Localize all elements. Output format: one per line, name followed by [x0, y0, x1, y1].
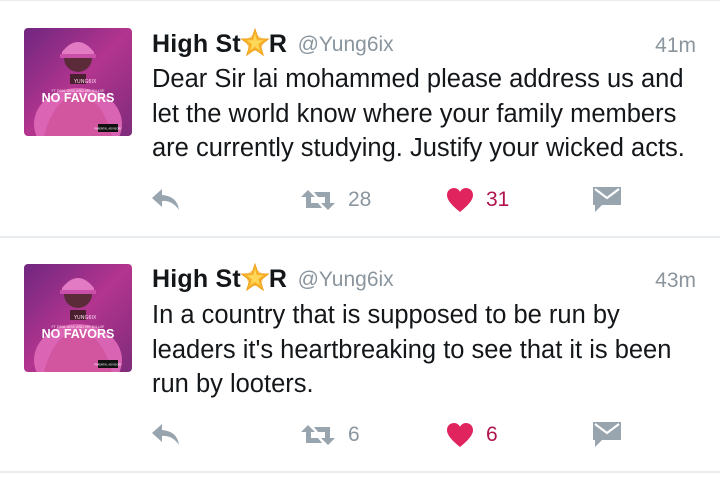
tweet-actions: 28 31 — [0, 185, 720, 215]
tweet-timestamp[interactable]: 41m — [655, 34, 696, 58]
tweet[interactable]: YUNG6IX FT DIVA GISS AND MR JOLLOF NO FA… — [0, 0, 720, 237]
tweet-text: In a country that is supposed to be run … — [152, 301, 672, 398]
cover-title-text: NO FAVORS — [42, 327, 115, 341]
envelope-icon — [593, 187, 621, 212]
star-emoji-icon — [240, 263, 270, 292]
parental-advisory-badge: PARENTAL ADVISORY — [94, 127, 122, 131]
like-button[interactable]: 6 — [446, 420, 498, 450]
reply-icon — [152, 189, 179, 210]
retweet-count: 6 — [348, 423, 360, 446]
retweet-icon — [301, 425, 335, 445]
author-name[interactable]: High St R — [152, 263, 287, 293]
reply-button[interactable] — [150, 420, 182, 450]
direct-message-button[interactable] — [592, 185, 622, 215]
cover-brand-text: YUNG6IX — [73, 315, 97, 321]
tweet-actions: 6 6 — [0, 420, 720, 450]
envelope-icon — [593, 422, 621, 447]
reply-icon — [152, 424, 179, 445]
cover-brand-text: YUNG6IX — [73, 79, 97, 85]
retweet-button[interactable]: 6 — [300, 420, 360, 450]
tweet-header: High St R @Yung6ix 43m — [152, 263, 696, 295]
parental-advisory-badge: PARENTAL ADVISORY — [94, 363, 122, 367]
cover-title-text: NO FAVORS — [42, 91, 115, 105]
heart-icon — [447, 188, 473, 212]
retweet-count: 28 — [348, 188, 372, 211]
tweet-text: Dear Sir lai mohammed please address us … — [152, 65, 685, 162]
album-cover-image: YUNG6IX FT DIVA GISS AND MR JOLLOF NO FA… — [24, 28, 132, 136]
tweet-divider — [0, 471, 720, 473]
avatar[interactable]: YUNG6IX FT DIVA GISS AND MR JOLLOF NO FA… — [24, 264, 132, 372]
heart-icon — [447, 423, 473, 447]
author-name[interactable]: High St R — [152, 28, 287, 58]
like-button[interactable]: 31 — [446, 185, 509, 215]
direct-message-button[interactable] — [592, 420, 622, 450]
like-count: 31 — [486, 188, 510, 211]
tweet-feed: YUNG6IX FT DIVA GISS AND MR JOLLOF NO FA… — [0, 0, 720, 480]
star-emoji-icon — [240, 28, 270, 57]
author-handle[interactable]: @Yung6ix — [298, 268, 394, 291]
like-count: 6 — [486, 423, 498, 446]
tweet-header: High St R @Yung6ix 41m — [152, 28, 696, 60]
tweet[interactable]: YUNG6IX FT DIVA GISS AND MR JOLLOF NO FA… — [0, 238, 720, 473]
album-cover-image: YUNG6IX FT DIVA GISS AND MR JOLLOF NO FA… — [24, 264, 132, 372]
retweet-icon — [301, 190, 335, 210]
tweet-timestamp[interactable]: 43m — [655, 269, 696, 293]
retweet-button[interactable]: 28 — [300, 185, 371, 215]
avatar[interactable]: YUNG6IX FT DIVA GISS AND MR JOLLOF NO FA… — [24, 28, 132, 136]
author-handle[interactable]: @Yung6ix — [298, 33, 394, 56]
reply-button[interactable] — [150, 185, 182, 215]
